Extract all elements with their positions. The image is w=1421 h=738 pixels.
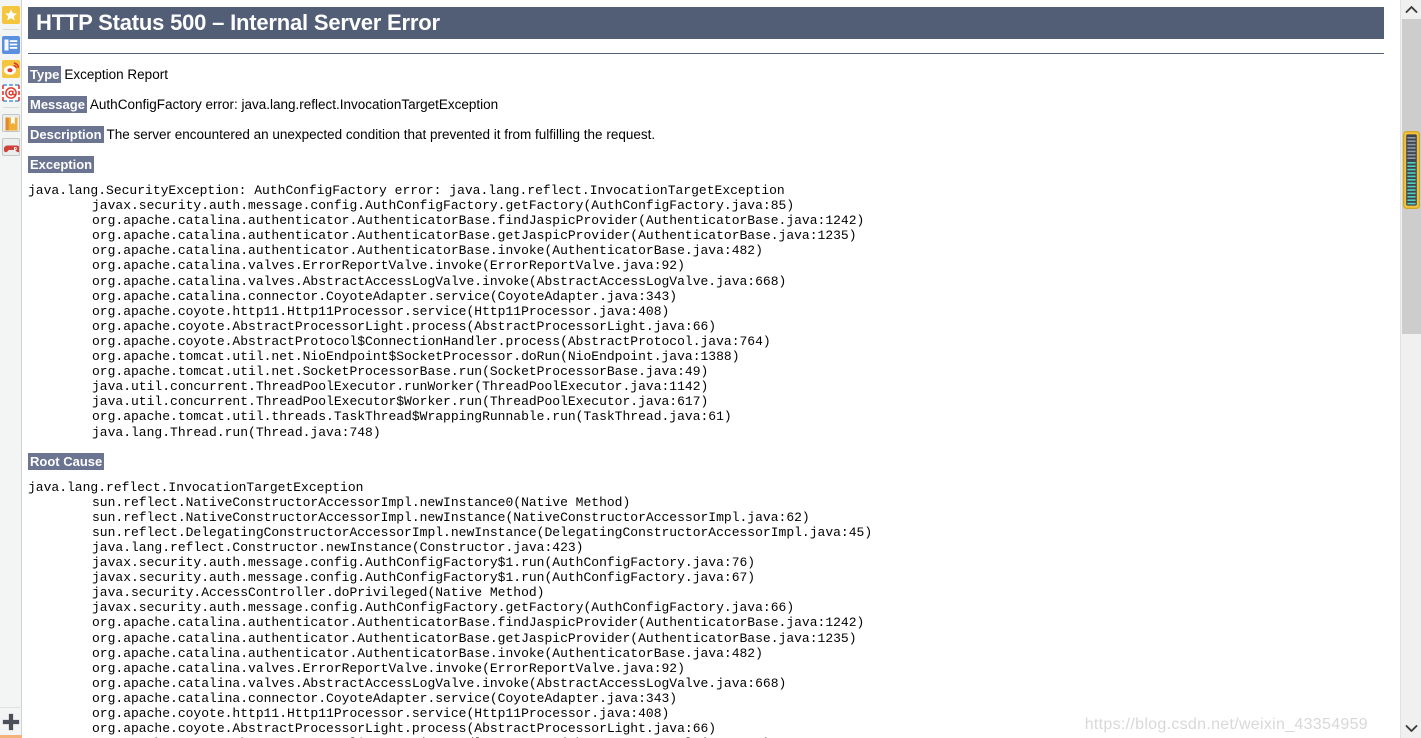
field-description: Description The server encountered an une… [28, 126, 1392, 143]
stack-trace-line: org.apache.catalina.valves.ErrorReportVa… [92, 258, 685, 274]
stack-trace-line: javax.security.auth.message.config.AuthC… [92, 570, 756, 586]
stack-trace-line: org.apache.catalina.valves.ErrorReportVa… [92, 660, 685, 676]
scroll-up-arrow-icon[interactable] [1400, 0, 1421, 19]
exception-heading: Exception [28, 156, 1392, 173]
sidebar-add-button[interactable] [1, 712, 21, 732]
sidebar-divider-1 [2, 29, 19, 30]
browser-sidebar [0, 0, 22, 738]
sidebar-divider-2 [2, 107, 19, 108]
exception-heading-label: Exception [28, 156, 95, 173]
stack-trace-line: org.apache.tomcat.util.threads.TaskThrea… [92, 409, 732, 425]
stack-trace-line: org.apache.coyote.AbstractProtocol$Conne… [92, 333, 771, 349]
stack-trace-line: org.apache.catalina.authenticator.Authen… [92, 228, 857, 244]
field-description-label: Description [28, 126, 104, 143]
root-cause-heading-label: Root Cause [28, 452, 105, 470]
field-message: Message AuthConfigFactory error: java.lan… [28, 96, 1392, 113]
star-favorites-icon[interactable] [1, 6, 20, 24]
stack-trace-line: java.util.concurrent.ThreadPoolExecutor.… [92, 379, 709, 395]
error-page-content: HTTP Status 500 – Internal Server Error … [22, 0, 1400, 738]
field-message-label: Message [28, 96, 87, 113]
scroll-down-arrow-icon[interactable] [1400, 719, 1421, 738]
stack-trace-line: org.apache.catalina.authenticator.Authen… [92, 213, 865, 229]
stack-trace-line: org.apache.tomcat.util.net.NioEndpoint$S… [92, 349, 740, 365]
stack-trace-line: java.lang.SecurityException: AuthConfigF… [28, 183, 785, 198]
field-type-value: Exception Report [64, 67, 168, 82]
stack-trace-line: java.security.AccessController.doPrivile… [92, 585, 545, 601]
stack-trace-line: sun.reflect.NativeConstructorAccessorImp… [92, 494, 631, 510]
game-controller-icon[interactable] [1, 138, 20, 156]
stack-trace-line: org.apache.catalina.authenticator.Authen… [92, 243, 763, 259]
document-reading-list-icon[interactable] [1, 36, 20, 54]
stack-trace-line: org.apache.catalina.authenticator.Authen… [92, 615, 865, 631]
stack-trace-line: java.lang.Thread.run(Thread.java:748) [92, 424, 381, 440]
sidebar-divider-bottom [0, 707, 22, 708]
stack-trace-line: org.apache.catalina.connector.CoyoteAdap… [92, 690, 678, 706]
exception-stack-trace: java.lang.SecurityException: AuthConfigF… [28, 183, 1392, 440]
stack-trace-line: org.apache.catalina.valves.AbstractAcces… [92, 273, 787, 289]
stack-trace-line: org.apache.coyote.AbstractProcessorLight… [92, 318, 717, 334]
scrollbar-thumb[interactable] [1402, 131, 1420, 210]
page-title: HTTP Status 500 – Internal Server Error [28, 7, 1384, 39]
stack-trace-line: sun.reflect.DelegatingConstructorAccesso… [92, 524, 873, 540]
stack-trace-line: sun.reflect.NativeConstructorAccessorImp… [92, 509, 810, 525]
root-cause-heading: Root Cause [28, 452, 1392, 470]
scrollbar-track-lower[interactable] [1401, 334, 1421, 719]
vertical-scrollbar[interactable] [1400, 0, 1421, 738]
scrollbar-track[interactable] [1401, 19, 1421, 719]
stack-trace-line: org.apache.coyote.AbstractProcessorLight… [92, 721, 717, 737]
sina-weibo-icon[interactable] [1, 60, 20, 78]
stack-trace-line: org.apache.coyote.http11.Http11Processor… [92, 303, 670, 319]
stack-trace-line: org.apache.catalina.connector.CoyoteAdap… [92, 288, 678, 304]
browser-window: HTTP Status 500 – Internal Server Error … [0, 0, 1421, 738]
field-message-value: AuthConfigFactory error: java.lang.refle… [89, 97, 499, 112]
bookmark-book-icon[interactable] [1, 114, 20, 132]
title-divider [28, 53, 1384, 54]
stack-trace-line: org.apache.catalina.authenticator.Authen… [92, 630, 857, 646]
stack-trace-line: java.lang.reflect.Constructor.newInstanc… [92, 539, 584, 555]
field-type: Type Exception Report [28, 66, 1392, 83]
field-description-value: The server encountered an unexpected con… [106, 127, 656, 142]
stack-trace-line: org.apache.coyote.http11.Http11Processor… [92, 706, 670, 721]
stack-trace-line: java.lang.reflect.InvocationTargetExcept… [28, 479, 364, 495]
stack-trace-line: org.apache.catalina.valves.AbstractAcces… [92, 675, 787, 691]
stack-trace-line: javax.security.auth.message.config.AuthC… [92, 198, 795, 214]
stack-trace-line: org.apache.tomcat.util.net.SocketProcess… [92, 364, 709, 380]
spacer-before-root-cause [26, 440, 1392, 453]
stack-trace-line: org.apache.catalina.authenticator.Authen… [92, 645, 763, 661]
field-type-label: Type [28, 66, 62, 83]
stack-trace-line: java.util.concurrent.ThreadPoolExecutor$… [92, 394, 709, 410]
email-at-icon[interactable] [1, 84, 20, 102]
stack-trace-line: javax.security.auth.message.config.AuthC… [92, 600, 795, 616]
root-cause-stack-trace: java.lang.reflect.InvocationTargetExcept… [28, 480, 1392, 738]
stack-trace-line: javax.security.auth.message.config.AuthC… [92, 555, 756, 571]
